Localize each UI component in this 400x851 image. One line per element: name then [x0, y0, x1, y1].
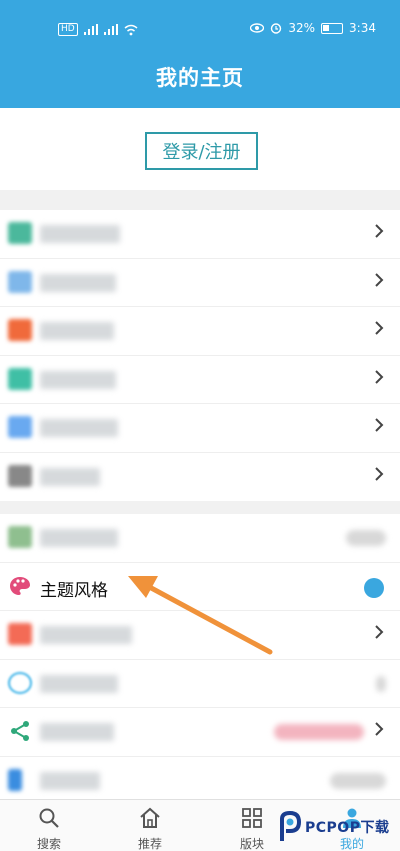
grid-icon [242, 808, 262, 828]
hd-indicator: HD [58, 23, 78, 36]
chevron-right-icon [374, 223, 384, 239]
list-item[interactable] [0, 210, 400, 259]
chevron-right-icon [374, 466, 384, 482]
signal-icon [83, 24, 98, 35]
list-item[interactable] [0, 307, 400, 356]
tab-recommend[interactable]: 推荐 [120, 806, 180, 851]
list-item[interactable] [0, 757, 400, 806]
tab-label: 搜索 [36, 837, 61, 851]
alarm-icon [271, 23, 282, 34]
tab-label: 推荐 [137, 837, 162, 851]
menu-item-icon [8, 526, 32, 548]
list-item[interactable] [0, 404, 400, 453]
chevron-right-icon [374, 417, 384, 433]
pcpop-watermark: PCPOP下载 [276, 808, 400, 851]
list-item[interactable] [0, 660, 400, 708]
clock: 3:34 [349, 21, 376, 35]
menu-item-icon [8, 464, 32, 487]
signal-icon-2 [103, 24, 118, 35]
chevron-right-icon [374, 624, 384, 640]
theme-color-indicator [364, 577, 384, 598]
menu-item-icon [8, 319, 32, 341]
list-item[interactable] [0, 453, 400, 502]
login-register-button[interactable]: 登录/注册 [145, 132, 258, 170]
home-icon [140, 807, 160, 828]
tab-label: 版块 [239, 837, 264, 851]
app-header: HD 32% 3:34 我的主页 [0, 0, 400, 108]
list-item[interactable] [0, 611, 400, 660]
share-icon [8, 720, 32, 742]
menu-item-icon [8, 416, 32, 438]
list-item[interactable] [0, 259, 400, 307]
status-bar: HD 32% 3:34 [0, 0, 400, 58]
wifi-icon [124, 24, 138, 35]
list-item-theme-style[interactable]: 主题风格 [0, 563, 400, 611]
battery-percent: 32% [288, 21, 316, 35]
list-item[interactable] [0, 356, 400, 404]
menu-item-icon [8, 671, 32, 694]
theme-style-label: 主题风格 [40, 580, 108, 601]
menu-group-1 [0, 210, 400, 501]
list-item[interactable] [0, 708, 400, 757]
watermark-brand: PCPOP下载 [305, 820, 390, 836]
search-icon [39, 808, 59, 828]
chevron-right-icon [374, 721, 384, 737]
tab-boards[interactable]: 版块 [222, 806, 282, 851]
chevron-right-icon [374, 272, 384, 288]
palette-icon [8, 575, 32, 597]
pcpop-logo-icon [280, 811, 302, 841]
battery-icon [321, 22, 344, 34]
tab-search[interactable]: 搜索 [19, 806, 79, 851]
menu-item-icon [8, 270, 32, 293]
menu-group-2: 主题风格 [0, 514, 400, 805]
page-title: 我的主页 [156, 66, 244, 90]
menu-item-icon [8, 367, 32, 390]
menu-item-icon [8, 222, 32, 244]
eye-icon [250, 23, 265, 33]
chevron-right-icon [374, 320, 384, 336]
menu-item-icon [8, 623, 32, 645]
chevron-right-icon [374, 369, 384, 385]
menu-item-icon [8, 768, 22, 791]
list-item[interactable] [0, 514, 400, 563]
login-section: 登录/注册 [0, 108, 400, 190]
